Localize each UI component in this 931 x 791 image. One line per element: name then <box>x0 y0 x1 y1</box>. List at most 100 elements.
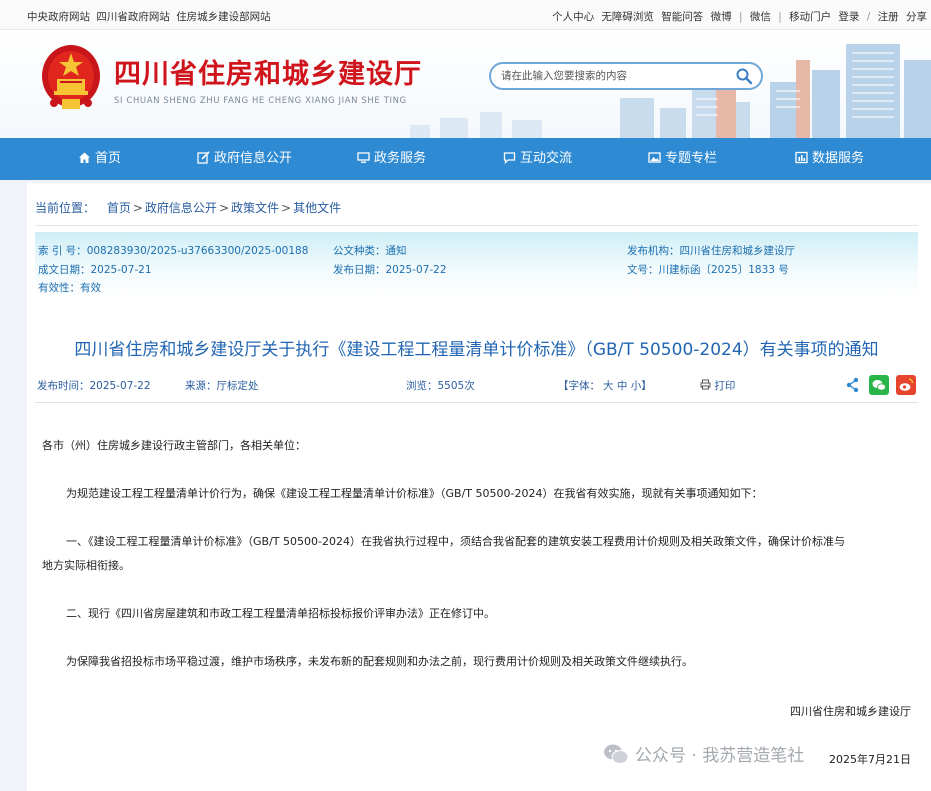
print-label: 打印 <box>714 380 736 392</box>
nav-home-label: 首页 <box>95 151 122 166</box>
breadcrumb-label: 当前位置： <box>35 201 96 215</box>
font-size-close: 】 <box>641 380 652 392</box>
site-title-pinyin: SI CHUAN SHENG ZHU FANG HE CHENG XIANG J… <box>114 96 407 106</box>
font-medium-button[interactable]: 中 <box>617 380 628 392</box>
link-sichuan-gov[interactable]: 四川省政府网站 <box>96 11 170 23</box>
source-value: 厅标定处 <box>216 380 259 392</box>
search-input[interactable] <box>501 67 731 85</box>
signature-org: 四川省住房和城乡建设厅 <box>790 705 911 718</box>
source-label: 来源： <box>185 380 217 392</box>
link-accessibility[interactable]: 无障碍浏览 <box>601 11 654 23</box>
main-nav: 首页 政府信息公开 政务服务 互动交流 专题专栏 数据服务 <box>0 138 931 180</box>
chart-icon <box>795 151 808 164</box>
link-smart-qa[interactable]: 智能问答 <box>661 11 703 23</box>
meta-made-value: 2025-07-21 <box>90 264 152 276</box>
meta-docno-value: 川建标函〔2025〕1833 号 <box>658 264 789 276</box>
separator: | <box>778 11 782 23</box>
link-login[interactable]: 登录 <box>838 11 859 23</box>
search-box <box>489 62 763 90</box>
view-count-label: 浏览： <box>406 380 438 392</box>
signature-date: 2025年7月21日 <box>829 753 911 766</box>
link-register[interactable]: 注册 <box>878 11 899 23</box>
edit-icon <box>197 151 210 164</box>
nav-home[interactable]: 首页 <box>78 138 121 180</box>
share-buttons <box>845 375 916 395</box>
link-mobile-portal[interactable]: 移动门户 <box>789 11 831 23</box>
search-icon[interactable] <box>735 67 753 85</box>
breadcrumb-gov-info[interactable]: 政府信息公开 <box>145 201 217 215</box>
font-large-button[interactable]: 大 <box>603 380 614 392</box>
divider <box>35 225 918 226</box>
meta-org-key: 发布机构： <box>627 245 680 257</box>
site-title: 四川省住房和城乡建设厅 <box>114 59 422 90</box>
breadcrumb-separator: > <box>218 201 229 215</box>
link-weibo[interactable]: 微博 <box>711 11 732 23</box>
meta-docno-key: 文号： <box>627 264 659 276</box>
breadcrumb-other[interactable]: 其他文件 <box>293 201 341 215</box>
link-central-gov[interactable]: 中央政府网站 <box>27 11 90 23</box>
publish-time: 发布时间：2025-07-22 <box>37 378 151 393</box>
wechat-logo-icon <box>604 744 629 764</box>
user-links: 个人中心 无障碍浏览 智能问答 微博 | 微信 | 移动门户 登录 / 注册 分… <box>548 9 927 24</box>
paragraph-intro: 为规范建设工程工程量清单计价行为，确保《建设工程工程量清单计价标准》（GB/T … <box>66 487 763 500</box>
page: 中央政府网站 四川省政府网站 住房城乡建设部网站 个人中心 无障碍浏览 智能问答… <box>0 0 931 791</box>
monitor-icon <box>357 152 370 163</box>
separator: / <box>866 11 871 23</box>
nav-services[interactable]: 政务服务 <box>357 138 426 180</box>
top-utility-bar: 中央政府网站 四川省政府网站 住房城乡建设部网站 个人中心 无障碍浏览 智能问答… <box>0 0 931 30</box>
paragraph-item-1: 一、《建设工程工程量清单计价标准》（GB/T 50500-2024）在我省执行过… <box>66 535 845 548</box>
document-metadata: 索 引 号：008283930/2025-u37663300/2025-0018… <box>35 232 918 297</box>
nav-gov-info[interactable]: 政府信息公开 <box>197 138 292 180</box>
separator: | <box>738 11 743 23</box>
breadcrumb: 当前位置： 首页 > 政府信息公开 > 政策文件 > 其他文件 <box>35 199 341 216</box>
paragraph-item-1-cont: 地方实际相衔接。 <box>42 559 130 572</box>
home-icon <box>79 152 90 163</box>
view-count: 浏览：5505次 <box>406 378 475 393</box>
meta-index-value: 008283930/2025-u37663300/2025-00188 <box>86 245 309 257</box>
meta-index: 索 引 号：008283930/2025-u37663300/2025-0018… <box>38 243 308 258</box>
meta-doc-number: 文号：川建标函〔2025〕1833 号 <box>627 262 789 277</box>
nav-gov-info-label: 政府信息公开 <box>214 151 293 166</box>
link-share[interactable]: 分享 <box>906 11 927 23</box>
breadcrumb-separator: > <box>281 201 292 215</box>
link-mohurd[interactable]: 住房城乡建设部网站 <box>176 11 271 23</box>
view-count-value: 5505次 <box>437 380 475 392</box>
print-button[interactable]: 打印 <box>700 378 735 393</box>
salutation: 各市（州）住房城乡建设行政主管部门，各相关单位： <box>42 439 306 452</box>
link-wechat[interactable]: 微信 <box>750 11 771 23</box>
meta-pub-key: 发布日期： <box>333 264 386 276</box>
wechat-icon[interactable] <box>868 375 889 395</box>
breadcrumb-policy[interactable]: 政策文件 <box>231 201 279 215</box>
share-icon[interactable] <box>845 375 861 395</box>
nav-interaction[interactable]: 互动交流 <box>503 138 572 180</box>
site-header: 四川省住房和城乡建设厅 SI CHUAN SHENG ZHU FANG HE C… <box>0 30 931 138</box>
weibo-icon[interactable] <box>896 375 916 395</box>
chat-icon <box>503 152 516 165</box>
meta-made-date: 成文日期：2025-07-21 <box>38 262 152 277</box>
publish-time-value: 2025-07-22 <box>89 380 151 392</box>
nav-data[interactable]: 数据服务 <box>795 138 864 180</box>
breadcrumb-home[interactable]: 首页 <box>107 201 131 215</box>
national-emblem-icon <box>42 45 100 109</box>
image-icon <box>648 152 661 163</box>
breadcrumb-separator: > <box>132 201 143 215</box>
nav-topics[interactable]: 专题专栏 <box>648 138 717 180</box>
font-small-button[interactable]: 小 <box>631 380 642 392</box>
article-title: 四川省住房和城乡建设厅关于执行《建设工程工程量清单计价标准》（GB/T 5050… <box>74 340 879 360</box>
source: 来源：厅标定处 <box>185 378 259 393</box>
meta-pub-value: 2025-07-22 <box>385 264 447 276</box>
nav-interaction-label: 互动交流 <box>520 151 573 166</box>
paragraph-item-2: 二、现行《四川省房屋建筑和市政工程工程量清单招标投标报价评审办法》正在修订中。 <box>66 607 495 620</box>
external-links: 中央政府网站 四川省政府网站 住房城乡建设部网站 <box>27 9 274 24</box>
nav-services-label: 政务服务 <box>374 151 427 166</box>
meta-index-key: 索 引 号： <box>38 245 87 257</box>
meta-org-value: 四川省住房和城乡建设厅 <box>679 245 796 257</box>
watermark-text: 公众号 · 我苏营造笔社 <box>635 746 805 766</box>
font-size-label: 【字体： <box>558 380 600 392</box>
meta-valid-value: 有效 <box>80 282 101 294</box>
link-personal-center[interactable]: 个人中心 <box>552 11 594 23</box>
meta-pub-date: 发布日期：2025-07-22 <box>333 262 447 277</box>
meta-type-value: 通知 <box>385 245 407 257</box>
meta-made-key: 成文日期： <box>38 264 91 276</box>
paragraph-transition: 为保障我省招投标市场平稳过渡，维护市场秩序，未发布新的配套规则和办法之前，现行费… <box>66 655 693 668</box>
